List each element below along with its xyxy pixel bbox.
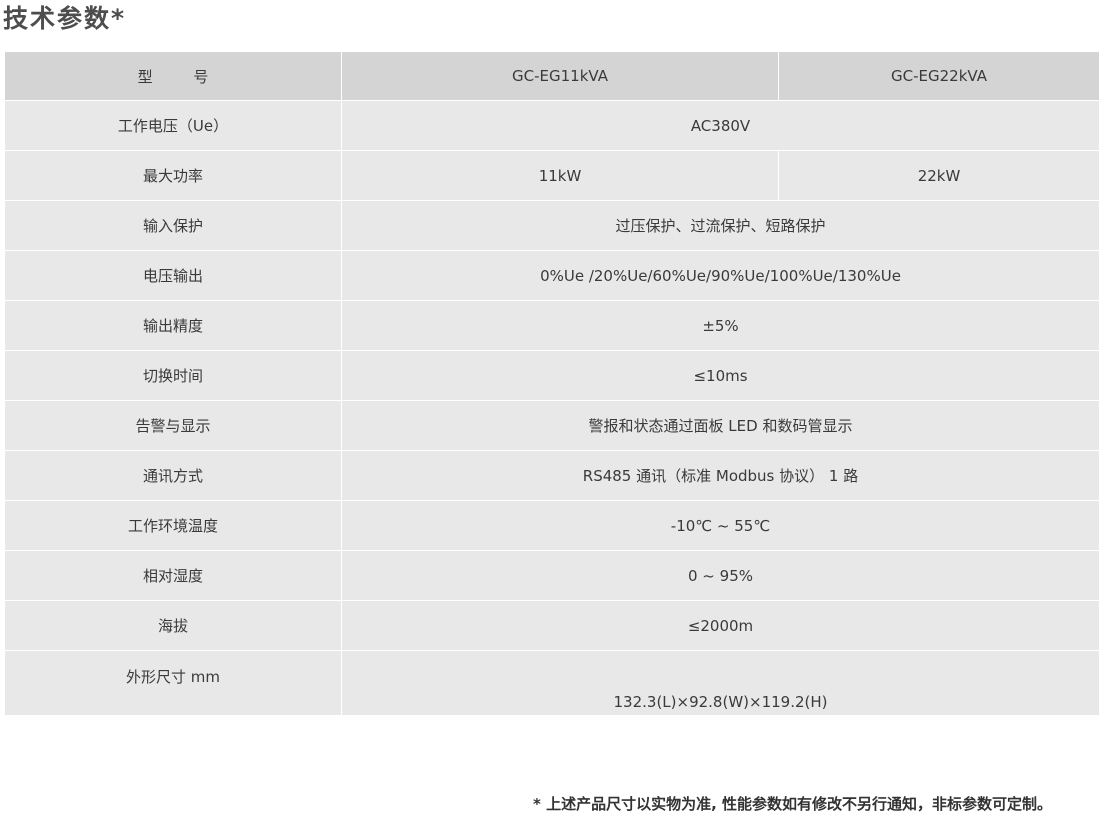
row-value: 警报和状态通过面板 LED 和数码管显示 <box>341 400 1100 451</box>
row-label: 相对湿度 <box>4 550 342 601</box>
row-label: 通讯方式 <box>4 450 342 501</box>
table-row: 输入保护 过压保护、过流保护、短路保护 <box>4 200 1100 251</box>
header-model-a: GC-EG11kVA <box>341 51 779 101</box>
row-value-a: 11kW <box>341 150 779 201</box>
row-value: -10℃ ~ 55℃ <box>341 500 1100 551</box>
row-label: 输入保护 <box>4 200 342 251</box>
row-label: 输出精度 <box>4 300 342 351</box>
row-label: 切换时间 <box>4 350 342 401</box>
table-row: 告警与显示 警报和状态通过面板 LED 和数码管显示 <box>4 400 1100 451</box>
table-row: 工作环境温度 -10℃ ~ 55℃ <box>4 500 1100 551</box>
table-row: 通讯方式 RS485 通讯（标准 Modbus 协议） 1 路 <box>4 450 1100 501</box>
row-value-b: 22kW <box>778 150 1100 201</box>
header-model-label: 型 号 <box>4 51 342 101</box>
row-value: 0%Ue /20%Ue/60%Ue/90%Ue/100%Ue/130%Ue <box>341 250 1100 301</box>
table-row: 最大功率 11kW 22kW <box>4 150 1100 201</box>
row-value: ±5% <box>341 300 1100 351</box>
row-label: 工作电压（Ue） <box>4 100 342 151</box>
spec-table: 型 号 GC-EG11kVA GC-EG22kVA 工作电压（Ue） AC380… <box>4 51 1100 716</box>
row-label: 工作环境温度 <box>4 500 342 551</box>
row-value: ≤10ms <box>341 350 1100 401</box>
row-value: 132.3(L)×92.8(W)×119.2(H) <box>341 650 1100 716</box>
table-row: 外形尺寸 mm 132.3(L)×92.8(W)×119.2(H) <box>4 650 1100 716</box>
header-model-b: GC-EG22kVA <box>778 51 1100 101</box>
row-value: ≤2000m <box>341 600 1100 651</box>
row-value: 0 ~ 95% <box>341 550 1100 601</box>
table-row: 输出精度 ±5% <box>4 300 1100 351</box>
row-value: RS485 通讯（标准 Modbus 协议） 1 路 <box>341 450 1100 501</box>
footnote: * 上述产品尺寸以实物为准, 性能参数如有修改不另行通知，非标参数可定制。 <box>533 795 1052 813</box>
table-row: 海拔 ≤2000m <box>4 600 1100 651</box>
table-row: 电压输出 0%Ue /20%Ue/60%Ue/90%Ue/100%Ue/130%… <box>4 250 1100 301</box>
row-value: AC380V <box>341 100 1100 151</box>
row-label: 外形尺寸 mm <box>4 650 342 716</box>
row-value: 过压保护、过流保护、短路保护 <box>341 200 1100 251</box>
table-row: 相对湿度 0 ~ 95% <box>4 550 1100 601</box>
row-label: 海拔 <box>4 600 342 651</box>
row-label: 电压输出 <box>4 250 342 301</box>
table-row: 切换时间 ≤10ms <box>4 350 1100 401</box>
page-title: 技术参数* <box>3 4 127 33</box>
row-label: 最大功率 <box>4 150 342 201</box>
table-header-row: 型 号 GC-EG11kVA GC-EG22kVA <box>4 51 1100 101</box>
table-row: 工作电压（Ue） AC380V <box>4 100 1100 151</box>
row-label: 告警与显示 <box>4 400 342 451</box>
